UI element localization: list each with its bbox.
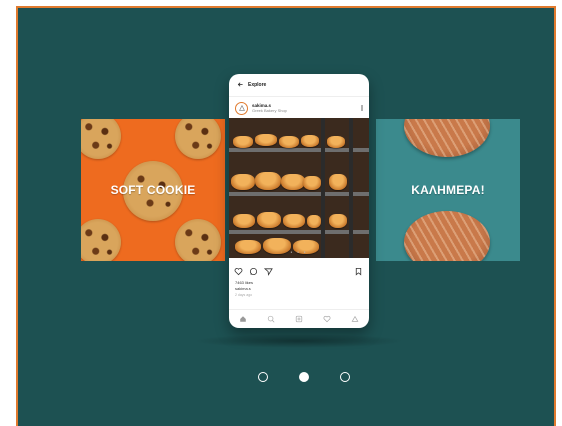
pastry <box>307 215 321 228</box>
post-user-row: sakima.s Greek Bakery Shop <box>229 96 369 119</box>
post-pager-dots: ● ● ● <box>290 250 308 254</box>
bread-image <box>404 119 490 157</box>
post-time: 2 days ago <box>235 293 253 297</box>
bottom-nav <box>229 309 369 328</box>
carousel-stage: SOFT COOKIE ΚΑΛΗΜΕΡΑ! Explore sakima.s G… <box>16 6 556 426</box>
post-photo[interactable]: ● ● ● <box>229 118 369 258</box>
carousel-dot-2-active[interactable] <box>299 372 309 382</box>
slide-title: SOFT COOKIE <box>110 183 196 197</box>
pastry <box>281 174 305 190</box>
home-icon[interactable] <box>238 314 248 324</box>
arrow-left-icon[interactable] <box>237 81 245 90</box>
cookie-image <box>175 119 221 159</box>
carousel-dot-1[interactable] <box>258 372 268 382</box>
shelf <box>229 192 369 196</box>
pastry <box>255 172 281 190</box>
slide-title: ΚΑΛΗΜΕΡΑ! <box>411 183 485 197</box>
heart-icon[interactable] <box>233 266 244 277</box>
pastry <box>303 176 321 190</box>
search-icon[interactable] <box>266 314 276 324</box>
post-caption: 7463 likes sakima.s 2 days ago <box>235 280 253 298</box>
phone-shadow <box>194 334 404 348</box>
phone-header: Explore <box>229 74 369 96</box>
header-title: Explore <box>248 82 267 88</box>
pastry <box>327 136 345 148</box>
slide-kalimera[interactable]: ΚΑΛΗΜΕΡΑ! <box>376 119 520 261</box>
cookie-image <box>81 219 121 261</box>
more-options-icon[interactable] <box>361 105 363 111</box>
pastry <box>329 214 347 228</box>
bookmark-icon[interactable] <box>353 266 364 277</box>
add-icon[interactable] <box>294 314 304 324</box>
pastry <box>233 136 253 148</box>
carousel-dots <box>258 370 350 384</box>
pastry <box>231 174 255 190</box>
cookie-image <box>81 119 121 159</box>
pastry <box>233 214 255 228</box>
pastry <box>279 136 299 148</box>
slide-soft-cookie[interactable]: SOFT COOKIE <box>81 119 225 261</box>
heart-icon[interactable] <box>322 314 332 324</box>
comment-icon[interactable] <box>248 266 259 277</box>
user-subtitle: Greek Bakery Shop <box>252 108 287 113</box>
carousel-dot-3[interactable] <box>340 372 350 382</box>
shelf-frame <box>349 118 353 258</box>
shelf-frame <box>321 118 325 258</box>
shelf <box>229 230 369 234</box>
send-icon[interactable] <box>263 266 274 277</box>
post-actions <box>229 264 369 278</box>
profile-icon[interactable] <box>350 314 360 324</box>
cookie-image <box>175 219 221 261</box>
phone-mockup: Explore sakima.s Greek Bakery Shop ● ● ●… <box>229 74 369 328</box>
pastry <box>257 212 281 228</box>
avatar[interactable] <box>235 101 248 115</box>
pastry <box>283 214 305 228</box>
pastry <box>329 174 347 190</box>
screen: SOFT COOKIE ΚΑΛΗΜΕΡΑ! Explore sakima.s G… <box>0 0 562 426</box>
bread-image <box>404 211 490 261</box>
pastry <box>255 134 277 146</box>
pastry <box>301 135 319 147</box>
shelf <box>229 148 369 152</box>
